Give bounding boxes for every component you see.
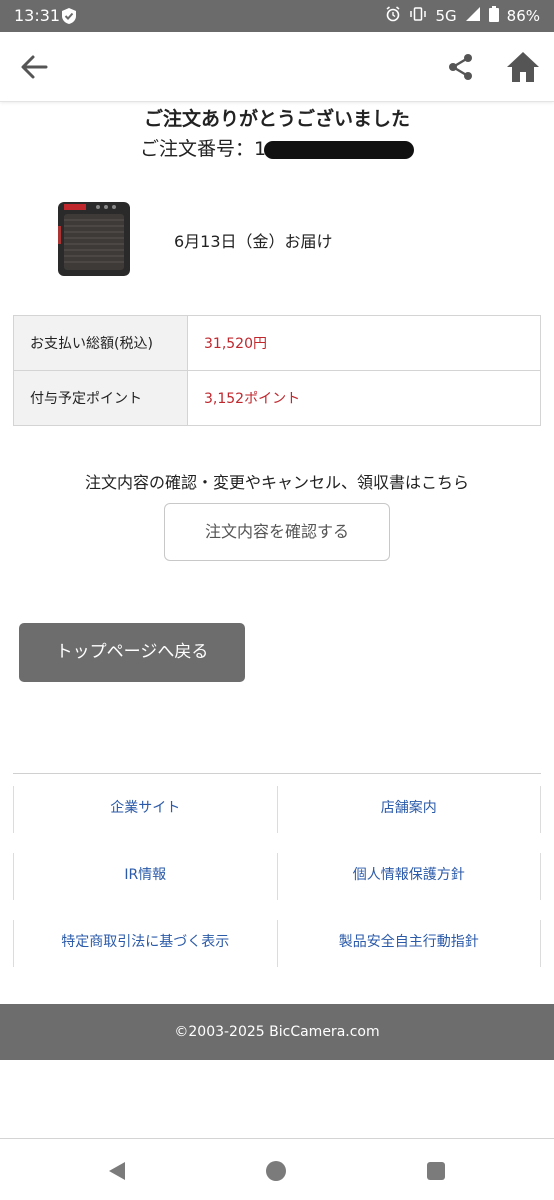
footer-link-commerce-law[interactable]: 特定商取引法に基づく表示 bbox=[13, 920, 278, 967]
status-time: 13:31 bbox=[14, 6, 61, 25]
signal-icon bbox=[465, 6, 481, 26]
footer-link-product-safety[interactable]: 製品安全自主行動指針 bbox=[278, 920, 541, 967]
share-icon[interactable] bbox=[446, 52, 476, 82]
total-amount-label: お支払い総額(税込) bbox=[13, 315, 188, 371]
payment-summary-table: お支払い総額(税込) 31,520円 付与予定ポイント 3,152ポイント bbox=[13, 315, 541, 426]
redaction-mark bbox=[264, 140, 415, 159]
network-label: 5G bbox=[435, 7, 457, 25]
footer-links: 企業サイト 店舗案内 IR情報 個人情報保護方針 特定商取引法に基づく表示 製品… bbox=[13, 786, 541, 987]
home-icon[interactable] bbox=[505, 50, 541, 84]
footer-link-ir[interactable]: IR情報 bbox=[13, 853, 278, 900]
shield-check-icon bbox=[60, 7, 78, 29]
system-nav-bar bbox=[0, 1138, 554, 1200]
order-number: ご注文番号：1 bbox=[0, 134, 554, 161]
footer-link-privacy[interactable]: 個人情報保護方針 bbox=[278, 853, 541, 900]
points-label: 付与予定ポイント bbox=[13, 370, 188, 426]
copyright: ©2003-2025 BicCamera.com bbox=[0, 1004, 554, 1060]
vibrate-icon bbox=[409, 6, 427, 26]
order-thanks-heading: ご注文ありがとうございました bbox=[143, 108, 410, 130]
nav-home-icon[interactable] bbox=[266, 1161, 286, 1181]
footer-row: 特定商取引法に基づく表示 製品安全自主行動指針 bbox=[13, 920, 541, 967]
points-value: 3,152ポイント bbox=[187, 370, 541, 426]
product-image bbox=[54, 196, 134, 280]
total-amount-value: 31,520円 bbox=[187, 315, 541, 371]
alarm-icon bbox=[385, 6, 401, 26]
table-row: 付与予定ポイント 3,152ポイント bbox=[13, 370, 541, 426]
battery-percent: 86% bbox=[506, 7, 540, 25]
footer-row: 企業サイト 店舗案内 bbox=[13, 786, 541, 833]
nav-back-icon[interactable] bbox=[107, 1161, 127, 1185]
nav-recents-icon[interactable] bbox=[427, 1162, 445, 1180]
confirm-order-button[interactable]: 注文内容を確認する bbox=[164, 503, 390, 561]
status-bar: 13:31 5G 86% bbox=[0, 0, 554, 32]
footer-divider bbox=[13, 773, 541, 774]
back-arrow-icon[interactable] bbox=[18, 52, 52, 82]
confirm-notice: 注文内容の確認・変更やキャンセル、領収書はこちら bbox=[84, 473, 469, 492]
footer-link-stores[interactable]: 店舗案内 bbox=[278, 786, 541, 833]
delivery-date: 6月13日（金）お届け bbox=[174, 232, 333, 251]
app-bar bbox=[0, 32, 554, 102]
footer-row: IR情報 個人情報保護方針 bbox=[13, 853, 541, 900]
order-number-label: ご注文番号：1 bbox=[139, 138, 267, 160]
table-row: お支払い総額(税込) 31,520円 bbox=[13, 315, 541, 371]
back-to-top-button[interactable]: トップページへ戻る bbox=[19, 623, 245, 682]
footer-link-corporate[interactable]: 企業サイト bbox=[13, 786, 278, 833]
battery-icon bbox=[488, 6, 499, 26]
